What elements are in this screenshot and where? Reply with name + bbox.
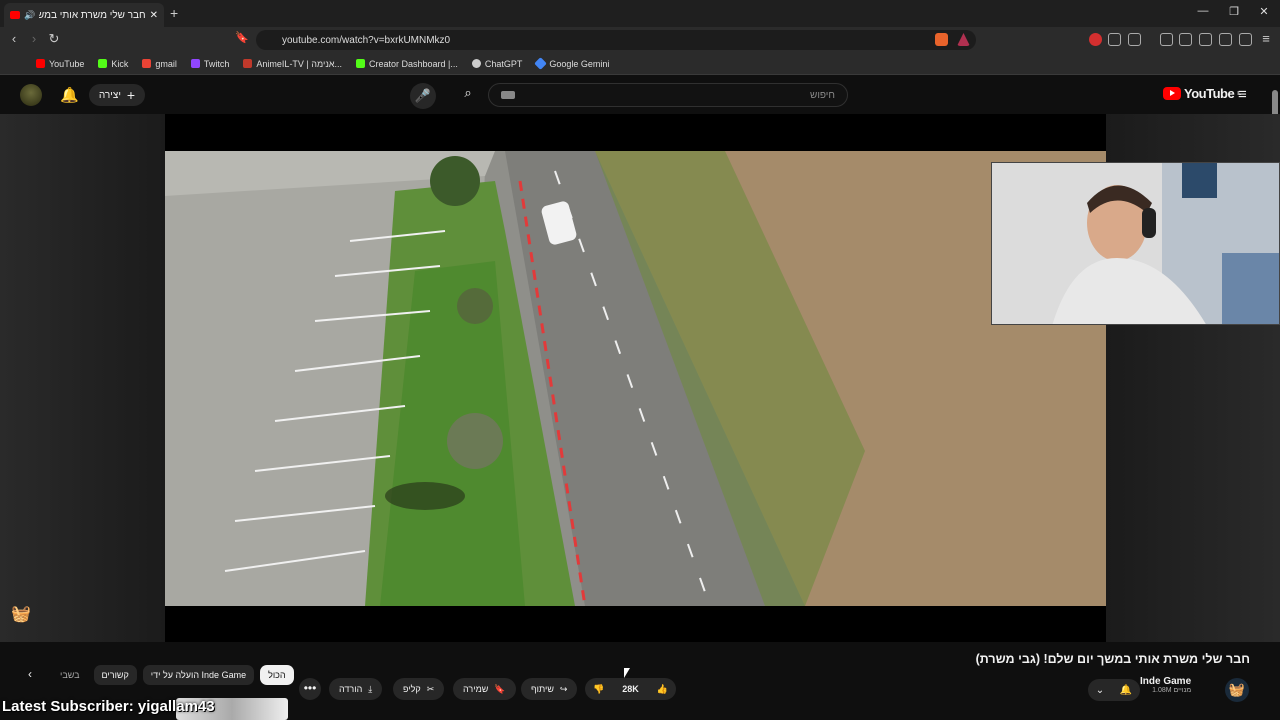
youtube-play-icon [1163,87,1181,100]
youtube-icon [36,59,45,68]
more-actions-button[interactable]: ••• [299,678,321,700]
forward-icon[interactable]: › [26,31,42,46]
bookmark-animeil[interactable]: AnimeIL-TV | אנימה... [243,59,342,69]
maximize-button[interactable]: ❐ [1226,5,1242,18]
bookmark-gmail[interactable]: gmail [142,59,177,69]
scissors-icon: ✂ [426,683,435,694]
kick-icon [356,59,365,68]
twitch-icon [190,59,200,68]
record-extension-icon[interactable] [1089,33,1102,46]
search-input[interactable]: חיפוש [488,83,848,107]
channel-name[interactable]: Inde Game [1140,676,1191,687]
webcam-overlay [991,162,1280,325]
download-label: הורדה [339,684,363,694]
clip-label: קליפ [403,684,421,694]
chatgpt-icon [471,59,481,68]
save-label: שמירה [463,684,489,694]
chevron-down-icon: ⌄ [1095,684,1105,696]
brave-shield-icon[interactable] [935,33,948,46]
plus-icon: + [126,87,136,103]
bookmark-icon[interactable]: 🔖 [234,31,250,44]
like-count[interactable]: 28K [622,684,639,694]
music-icon[interactable] [1160,33,1173,46]
mouse-cursor-icon [624,668,630,678]
sidebar-icon[interactable] [1179,33,1192,46]
bookmark-creator-dashboard[interactable]: Creator Dashboard |... [356,59,458,69]
recommendation-chips: בשבי קשורים הועלה על ידי Inde Game הכול [52,665,300,685]
share-button[interactable]: שיתוף ↪ [521,678,578,700]
subscribed-button[interactable]: ⌄ 🔔 [1088,679,1140,701]
vpn-icon[interactable] [1239,33,1252,46]
bookmark-twitch[interactable]: Twitch [190,59,229,69]
bookmark-chatgpt[interactable]: ChatGPT [471,59,522,69]
download-button[interactable]: הורדה ⤓ [329,678,383,700]
aerial-road-scene [165,151,1106,606]
youtube-logo-text: YouTube [1184,86,1235,101]
youtube-logo[interactable]: YouTube IL [1163,86,1241,101]
bookmark-youtube[interactable]: YouTube [36,59,84,69]
notification-bell-icon: 🔔 [1119,684,1133,696]
back-icon[interactable]: ‹ [6,31,22,46]
screenshot-icon[interactable] [1128,33,1141,46]
close-tab-icon[interactable]: ✕ [150,10,158,21]
tab-title: חבר שלי משרת אותי במשך יו [39,9,146,21]
address-bar[interactable]: youtube.com/watch?v=bxrkUMNMkz0 [256,30,976,50]
like-icon[interactable]: 👍 [657,684,668,695]
chips-scroll-left-icon[interactable]: ‹ [28,667,32,681]
new-tab-button[interactable]: + [170,5,178,21]
youtube-favicon-icon [10,11,20,19]
browser-tab-bar [0,0,1280,27]
download-icon: ⤓ [368,683,373,694]
leo-ai-icon[interactable] [1219,33,1232,46]
search-placeholder: חיפוש [810,89,835,101]
account-avatar[interactable] [20,84,42,106]
close-window-button[interactable]: ✕ [1256,5,1272,18]
create-button[interactable]: יצירה + [89,84,145,106]
kick-icon [98,59,108,68]
keyboard-icon[interactable] [501,91,515,99]
guide-menu-icon[interactable]: ≡ [1238,86,1247,103]
menu-icon[interactable]: ≡ [1258,31,1274,46]
wallet-icon[interactable] [1199,33,1212,46]
streamer-webcam [992,163,1279,324]
save-button[interactable]: שמירה 🔖 [453,678,516,700]
save-bookmark-icon: 🔖 [494,683,506,694]
chip-recent[interactable]: בשבי [52,665,88,685]
voice-search-icon[interactable]: 🎤 [410,83,436,109]
gmail-icon [142,59,152,68]
like-dislike-group: 👎 28K 👍 [585,678,676,700]
bookmark-gemini[interactable]: Google Gemini [534,57,609,70]
video-frame[interactable] [165,151,1106,606]
bookmark-kick[interactable]: Kick [98,59,128,69]
bookmarks-bar: YouTube Kick gmail Twitch AnimeIL-TV | א… [0,53,1280,75]
clip-button[interactable]: קליפ ✂ [393,678,445,700]
latest-subscriber-overlay: Latest Subscriber: yigallam43 [2,698,215,715]
ambient-left [0,114,165,642]
chip-related[interactable]: קשורים [93,665,137,685]
share-icon: ↪ [559,683,568,694]
video-title: חבר שלי משרת אותי במשך יום שלם! (גבי משר… [975,652,1250,666]
dislike-icon[interactable]: 👎 [593,684,604,695]
chip-all[interactable]: הכול [260,665,294,685]
animeil-icon [243,59,253,68]
url-text: youtube.com/watch?v=bxrkUMNMkz0 [282,34,451,46]
notifications-bell-icon[interactable]: 🔔 [60,86,79,104]
speaker-icon[interactable]: 🔊 [24,10,35,21]
share-label: שיתוף [531,684,554,694]
browser-tab[interactable]: 🔊 חבר שלי משרת אותי במשך יו ✕ [4,3,164,27]
search-icon[interactable]: ⌕ [455,85,481,105]
reload-icon[interactable]: ↻ [46,31,62,47]
channel-avatar[interactable]: 🧺 [1225,678,1249,702]
chip-uploaded-by[interactable]: הועלה על ידי Inde Game [142,665,255,685]
create-label: יצירה [98,89,121,101]
minimize-button[interactable]: — [1195,5,1211,17]
extensions-icon[interactable] [1108,33,1121,46]
subscriber-count: 1.08M מנויים [1152,687,1192,694]
gemini-icon [534,57,548,70]
channel-info[interactable]: Inde Game 1.08M מנויים [1140,676,1191,694]
shopping-basket-icon[interactable]: 🧺 [10,604,32,624]
